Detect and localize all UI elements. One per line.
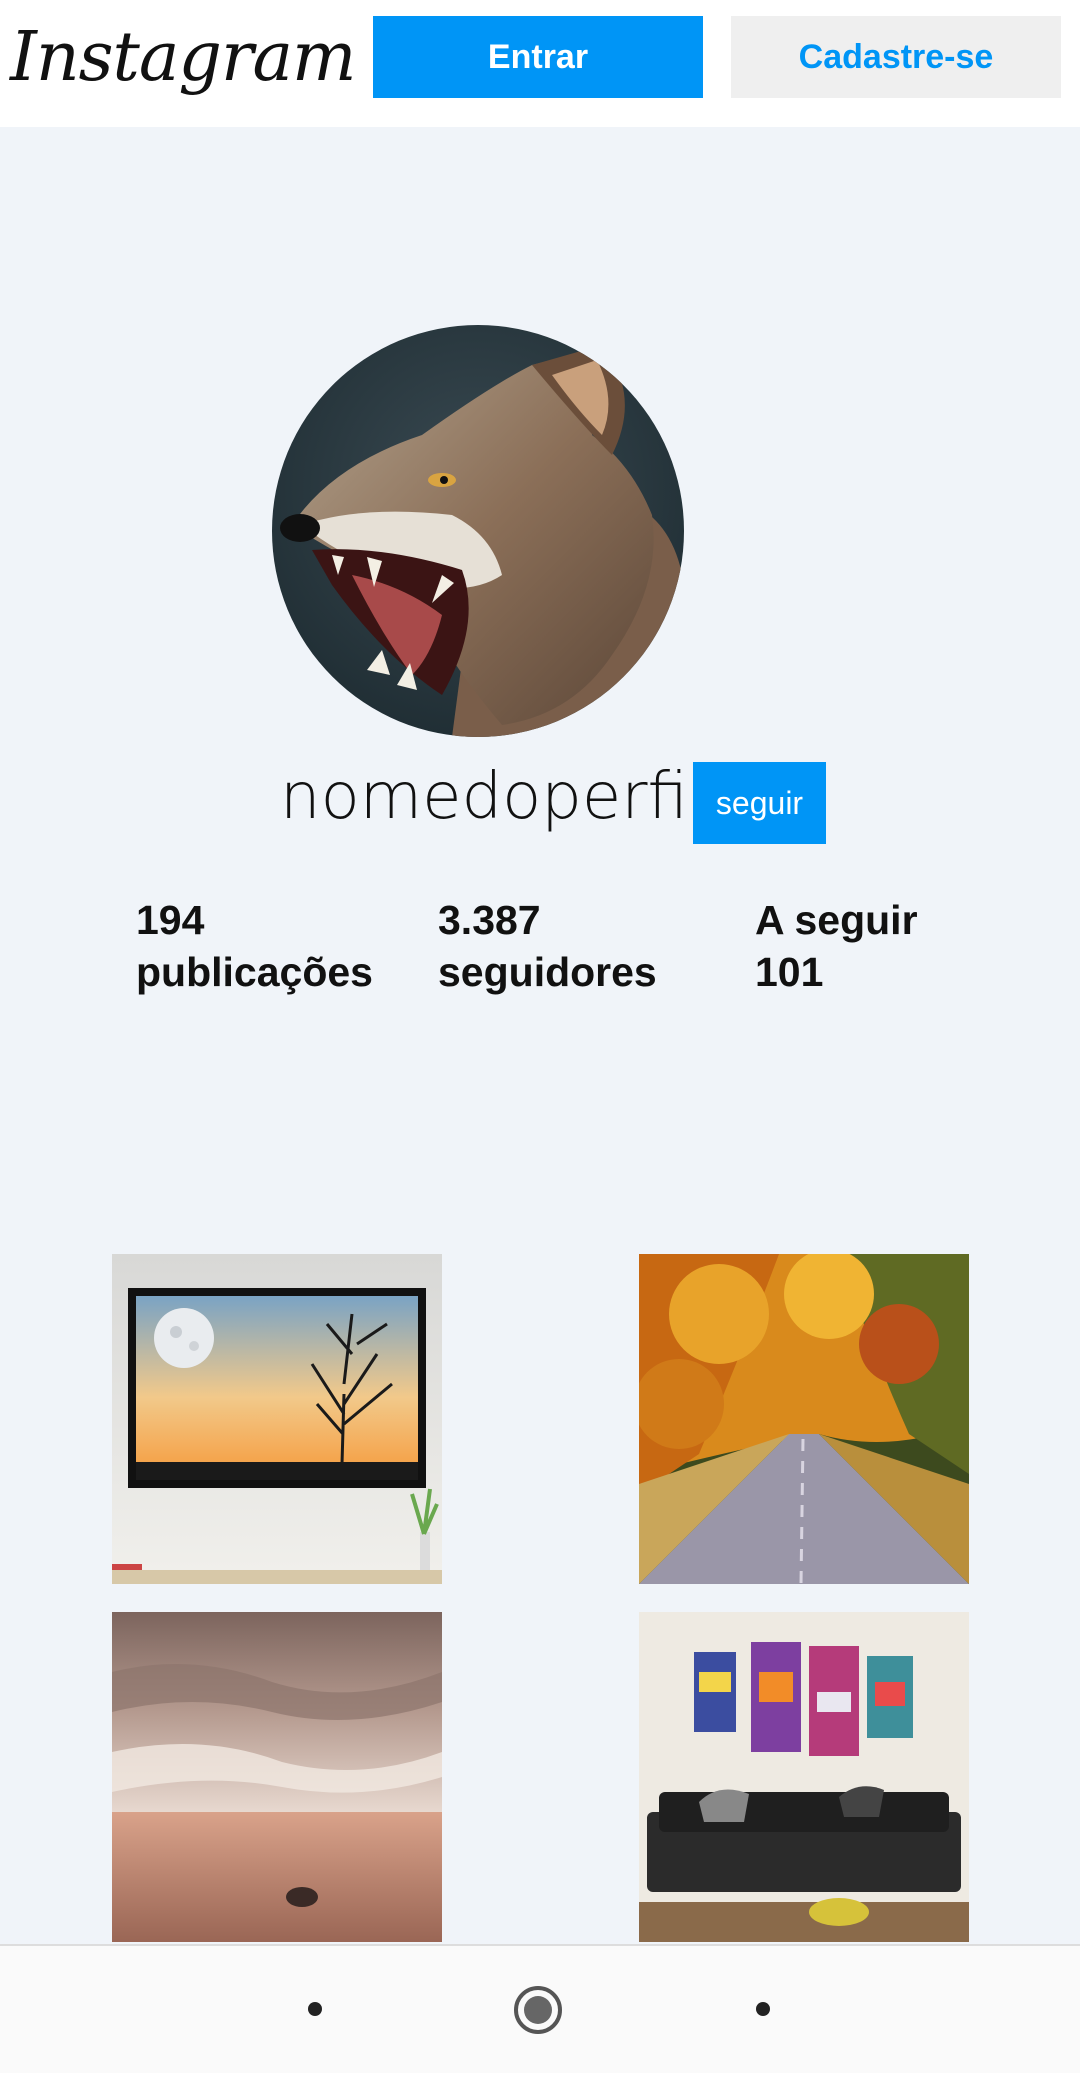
- living-room-image: [639, 1612, 969, 1942]
- profile-username: nomedoperfil: [280, 760, 706, 834]
- stat-followers[interactable]: 3.387 seguidores: [438, 894, 657, 998]
- top-header: Instagram Entrar Cadastre-se: [0, 0, 1080, 127]
- framed-art-image: [112, 1254, 442, 1584]
- post-thumbnail[interactable]: [639, 1254, 969, 1584]
- followers-count: 3.387: [438, 897, 541, 943]
- nav-dot-icon[interactable]: [308, 2002, 322, 2016]
- following-count: 101: [755, 949, 824, 995]
- posts-count: 194: [136, 897, 205, 943]
- post-thumbnail[interactable]: [112, 1254, 442, 1584]
- home-circle-icon[interactable]: [514, 1986, 562, 2034]
- instagram-logo[interactable]: Instagram: [10, 8, 356, 108]
- stat-posts[interactable]: 194 publicações: [136, 894, 373, 998]
- wolf-avatar-image: [272, 325, 684, 737]
- follow-button[interactable]: seguir: [693, 762, 826, 844]
- autumn-road-image: [639, 1254, 969, 1584]
- profile-avatar[interactable]: [272, 325, 684, 737]
- post-thumbnail[interactable]: [639, 1612, 969, 1942]
- post-thumbnail[interactable]: [112, 1612, 442, 1942]
- bottom-navigation: [0, 1944, 1080, 2073]
- profile-main: nomedoperfil seguir 194 publicações 3.38…: [0, 127, 1080, 1944]
- login-button[interactable]: Entrar: [373, 16, 703, 98]
- nav-dot-icon[interactable]: [756, 2002, 770, 2016]
- stat-following[interactable]: A seguir 101: [755, 894, 918, 998]
- seascape-image: [112, 1612, 442, 1942]
- app-screen: Instagram Entrar Cadastre-se nomedoperfi…: [0, 0, 1080, 2073]
- signup-button[interactable]: Cadastre-se: [731, 16, 1061, 98]
- posts-label: publicações: [136, 949, 373, 995]
- following-label: A seguir: [755, 897, 918, 943]
- followers-label: seguidores: [438, 949, 657, 995]
